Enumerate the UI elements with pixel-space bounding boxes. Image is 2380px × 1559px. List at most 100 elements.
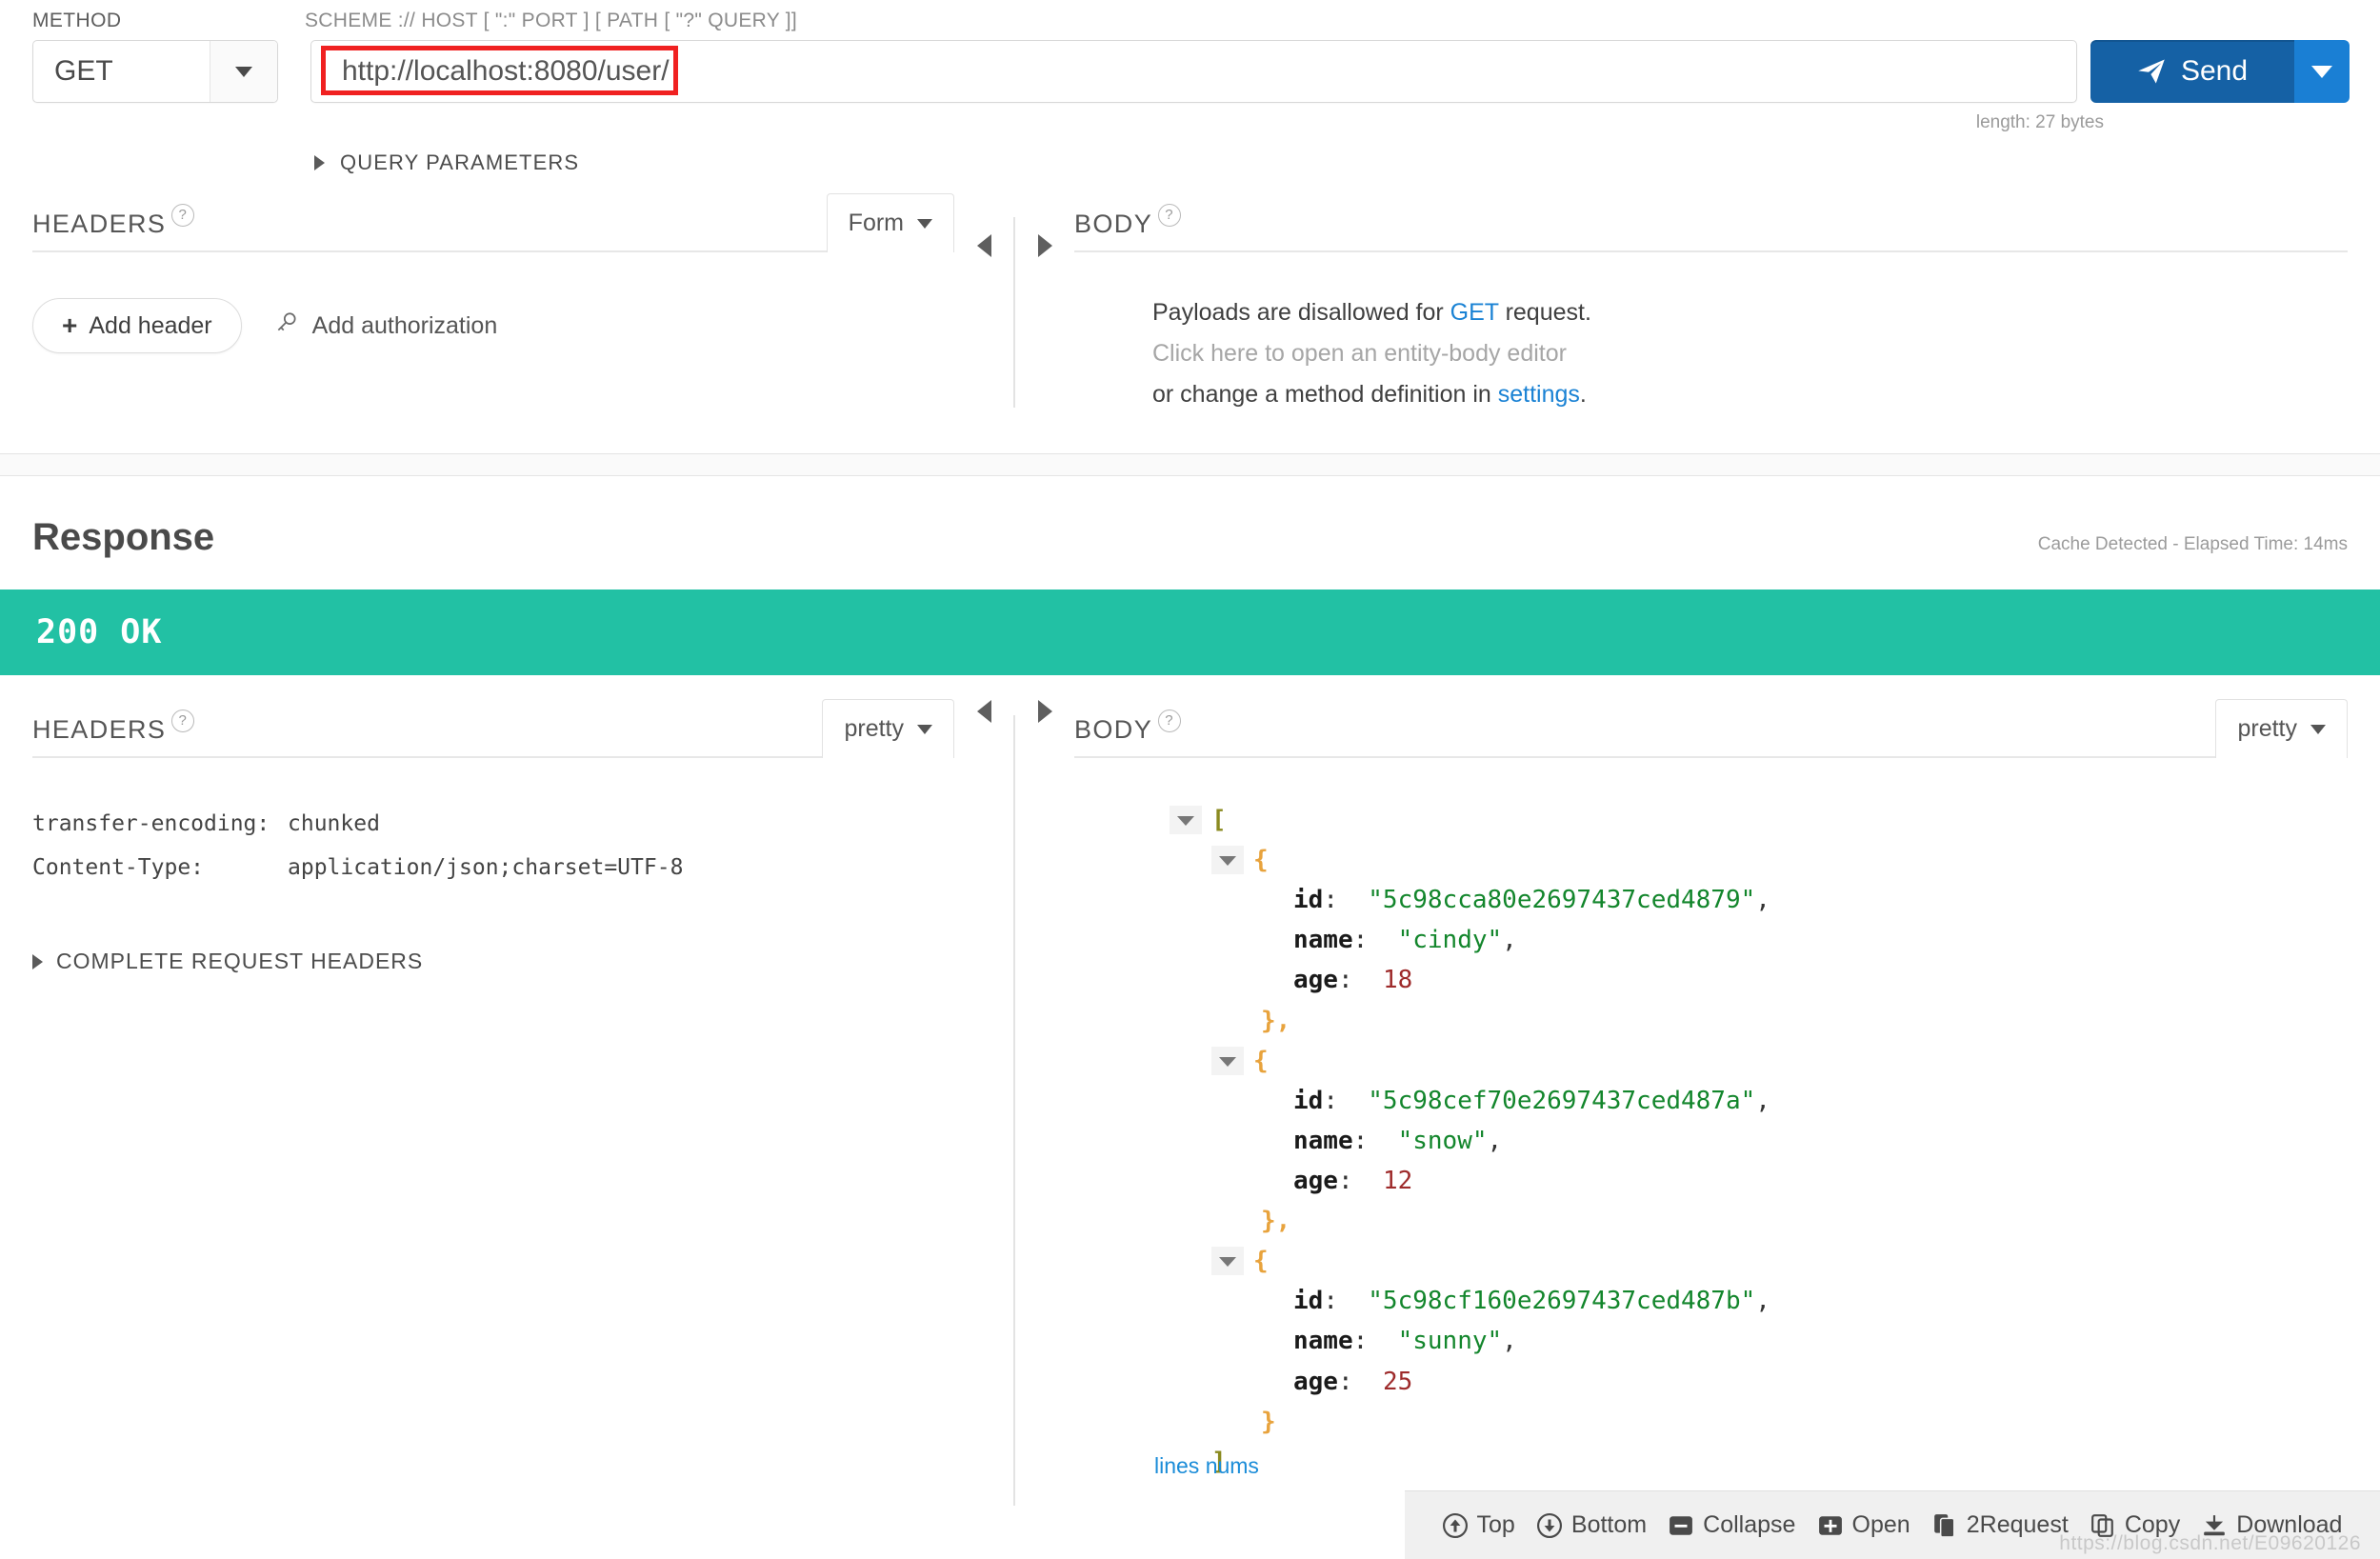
request-length-label: length: 27 bytes (0, 112, 2380, 133)
json-open-brace: { (1253, 840, 1269, 880)
status-bar: 200 OK (0, 590, 2380, 675)
collapse-toggle-icon[interactable] (1170, 806, 1202, 834)
json-value: "5c98cf160e2697437ced487b" (1368, 1281, 1755, 1321)
complete-request-headers-toggle[interactable]: COMPLETE REQUEST HEADERS (32, 949, 954, 974)
add-authorization-button[interactable]: Add authorization (274, 310, 498, 342)
json-object-open: { (1170, 840, 2348, 880)
query-parameters-label: QUERY PARAMETERS (340, 150, 579, 175)
json-property-age: age: 25 (1170, 1362, 2348, 1402)
toolbar-download-button[interactable]: Download (2202, 1511, 2342, 1539)
json-property-name: name: "snow", (1170, 1121, 2348, 1161)
json-viewer-toolbar: Top Bottom Collapse Open 2Request (1405, 1490, 2380, 1559)
settings-link[interactable]: settings (1498, 381, 1580, 408)
help-icon[interactable]: ? (171, 710, 194, 732)
toolbar-top-button[interactable]: Top (1443, 1511, 1515, 1539)
json-close-brace: }, (1261, 1201, 1290, 1241)
json-colon: : (1353, 1321, 1369, 1361)
chevron-down-icon (917, 219, 932, 229)
query-parameters-toggle[interactable]: QUERY PARAMETERS (0, 150, 2380, 175)
request-body-message: Payloads are disallowed for GET request.… (1074, 292, 2348, 415)
response-headers-header: HEADERS ? pretty (32, 715, 954, 758)
send-options-toggle[interactable] (2294, 40, 2350, 103)
complete-request-headers-label: COMPLETE REQUEST HEADERS (56, 949, 423, 974)
request-url-row: GET http://localhost:8080/user/ Send (0, 32, 2380, 103)
json-object-close: }, (1170, 1201, 2348, 1241)
json-value: 25 (1383, 1362, 1412, 1402)
toolbar-request-button[interactable]: 2Request (1932, 1511, 2069, 1539)
collapse-toggle-icon[interactable] (1211, 846, 1244, 874)
json-value: 12 (1383, 1161, 1412, 1201)
request-section: METHOD SCHEME :// HOST [ ":" PORT ] [ PA… (0, 0, 2380, 476)
json-array-open: [ (1170, 800, 2348, 840)
method-dropdown-toggle[interactable] (210, 41, 277, 102)
collapse-right-pane-button[interactable] (1015, 210, 1074, 415)
toolbar-copy-button[interactable]: Copy (2090, 1511, 2180, 1539)
url-input[interactable]: http://localhost:8080/user/ (310, 40, 2077, 103)
response-header-value: application/json;charset=UTF-8 (288, 846, 683, 889)
json-key: age (1293, 960, 1338, 1000)
url-input-value: http://localhost:8080/user/ (311, 55, 670, 88)
method-label: METHOD (0, 10, 282, 32)
request-body-line3-suffix: . (1580, 381, 1587, 408)
add-header-button[interactable]: + Add header (32, 298, 242, 353)
collapse-response-right-pane-button[interactable] (1015, 675, 1074, 1506)
arrow-up-circle-icon (1443, 1513, 1468, 1538)
json-comma: , (1755, 880, 1770, 920)
request-body-title-text: BODY (1074, 210, 1152, 239)
json-comma: , (1488, 1121, 1503, 1161)
help-icon[interactable]: ? (171, 204, 194, 227)
json-value: "cindy" (1398, 920, 1503, 960)
open-entity-body-editor-link[interactable]: Click here to open an entity-body editor (1152, 333, 2348, 374)
toolbar-open-button[interactable]: Open (1818, 1511, 1910, 1539)
response-title: Response (32, 516, 214, 559)
get-method-link[interactable]: GET (1450, 299, 1499, 326)
chevron-left-icon (977, 234, 991, 257)
response-header-row: Content-Type: application/json;charset=U… (32, 846, 954, 889)
response-body-title-text: BODY (1074, 715, 1152, 745)
json-property-id: id: "5c98cf160e2697437ced487b", (1170, 1281, 2348, 1321)
toolbar-bottom-button[interactable]: Bottom (1537, 1511, 1647, 1539)
chevron-down-icon (2311, 66, 2332, 78)
lines-nums-toggle[interactable]: lines nums (1154, 1453, 1259, 1479)
json-property-age: age: 12 (1170, 1161, 2348, 1201)
toolbar-collapse-label: Collapse (1703, 1511, 1795, 1539)
response-header: Response Cache Detected - Elapsed Time: … (0, 476, 2380, 559)
json-key: age (1293, 1161, 1338, 1201)
collapse-toggle-icon[interactable] (1211, 1247, 1244, 1275)
method-select[interactable]: GET (32, 40, 278, 103)
method-select-value: GET (33, 41, 210, 102)
json-close-brace: }, (1261, 1001, 1290, 1041)
json-open-brace: { (1253, 1041, 1269, 1081)
collapse-response-left-pane-button[interactable] (954, 675, 1013, 1506)
response-meta: Cache Detected - Elapsed Time: 14ms (2038, 534, 2348, 555)
toolbar-top-label: Top (1477, 1511, 1515, 1539)
request-headers-format-select[interactable]: Form (827, 193, 954, 252)
response-body-format-select[interactable]: pretty (2215, 699, 2348, 758)
chevron-down-icon (2310, 725, 2326, 734)
json-colon: : (1323, 880, 1338, 920)
response-body-header: BODY ? pretty (1074, 715, 2348, 758)
add-authorization-label: Add authorization (312, 312, 498, 340)
help-icon[interactable]: ? (1158, 710, 1181, 732)
json-key: id (1293, 1281, 1323, 1321)
response-panes: HEADERS ? pretty transfer-encoding: chun… (0, 675, 2380, 1506)
json-comma: , (1502, 920, 1517, 960)
json-key: name (1293, 1121, 1353, 1161)
files-icon (1932, 1513, 1957, 1538)
send-button[interactable]: Send (2090, 40, 2294, 103)
toolbar-copy-label: Copy (2125, 1511, 2180, 1539)
status-code-text: 200 OK (36, 613, 162, 651)
json-colon: : (1323, 1281, 1338, 1321)
api-client-window: METHOD SCHEME :// HOST [ ":" PORT ] [ PA… (0, 0, 2380, 1559)
toolbar-download-label: Download (2236, 1511, 2342, 1539)
toolbar-collapse-button[interactable]: Collapse (1669, 1511, 1795, 1539)
toolbar-open-label: Open (1852, 1511, 1910, 1539)
collapse-left-pane-button[interactable] (954, 210, 1013, 415)
response-headers-format-select[interactable]: pretty (822, 699, 954, 758)
help-icon[interactable]: ? (1158, 204, 1181, 227)
request-headers-actions: + Add header Add authorization (32, 298, 954, 353)
json-comma: , (1755, 1281, 1770, 1321)
json-array-close: ] (1170, 1442, 2348, 1482)
json-property-age: age: 18 (1170, 960, 2348, 1000)
collapse-toggle-icon[interactable] (1211, 1047, 1244, 1075)
